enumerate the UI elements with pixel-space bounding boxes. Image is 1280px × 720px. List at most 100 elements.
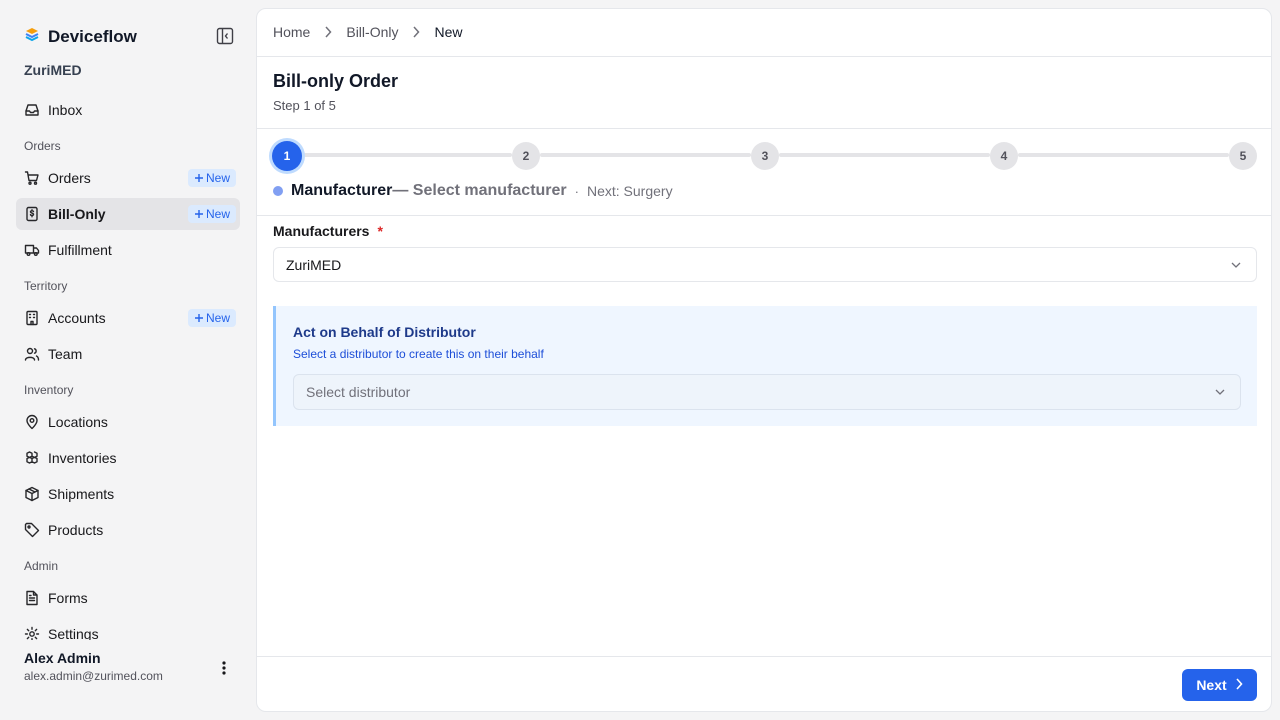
chevron-right-icon xyxy=(324,26,332,38)
chevron-right-icon xyxy=(412,26,420,38)
step-name: Manufacturer xyxy=(291,182,393,199)
sidebar-item-bill-only[interactable]: Bill-Only New xyxy=(16,198,240,230)
plus-icon xyxy=(194,174,203,182)
deviceflow-logo-icon xyxy=(24,26,40,47)
plus-icon xyxy=(194,210,203,218)
breadcrumb-current: New xyxy=(434,24,463,40)
sidebar-item-label: Shipments xyxy=(48,486,115,502)
new-accounts-button[interactable]: New xyxy=(187,309,236,327)
current-step-info: Manufacturer — Select manufacturer · Nex… xyxy=(273,182,673,200)
gear-icon xyxy=(24,626,40,640)
cart-icon xyxy=(24,170,40,186)
user-name: Alex Admin xyxy=(24,650,101,666)
file-text-icon xyxy=(24,590,40,606)
sidebar-item-label: Forms xyxy=(48,590,88,606)
new-bill-only-button[interactable]: New xyxy=(187,205,236,223)
sidebar-item-locations[interactable]: Locations xyxy=(16,406,240,438)
divider xyxy=(257,56,1271,57)
step-connector xyxy=(1018,153,1229,157)
breadcrumb-home[interactable]: Home xyxy=(273,24,310,40)
new-orders-button[interactable]: New xyxy=(187,169,236,187)
step-3[interactable]: 3 xyxy=(751,142,779,170)
step-1[interactable]: 1 xyxy=(272,141,302,171)
brand[interactable]: Deviceflow xyxy=(24,26,137,47)
sidebar-item-label: Orders xyxy=(48,170,91,186)
truck-icon xyxy=(24,242,40,258)
sidebar-item-label: Fulfillment xyxy=(48,242,112,258)
step-connector xyxy=(301,153,512,157)
behalf-subtitle: Select a distributor to create this on t… xyxy=(293,347,544,361)
main-panel: Home Bill-Only New Bill-only Order Step … xyxy=(256,8,1272,712)
sidebar-item-team[interactable]: Team xyxy=(16,338,240,370)
behalf-title: Act on Behalf of Distributor xyxy=(293,324,476,340)
sidebar-item-settings[interactable]: Settings xyxy=(16,618,240,640)
distributor-select[interactable]: Select distributor xyxy=(293,374,1241,410)
sidebar-nav: Inbox Orders Orders New Bill-Only New Fulfi… xyxy=(16,94,240,640)
sidebar-item-products[interactable]: Products xyxy=(16,514,240,546)
sidebar-item-label: Inventories xyxy=(48,450,117,466)
sidebar-item-accounts[interactable]: Accounts New xyxy=(16,302,240,334)
sidebar-item-inventories[interactable]: Inventories xyxy=(16,442,240,474)
chevron-down-icon xyxy=(1214,385,1226,401)
sidebar-item-label: Settings xyxy=(48,626,99,640)
sidebar-item-label: Team xyxy=(48,346,83,362)
org-name: ZuriMED xyxy=(24,62,82,78)
manufacturers-value: ZuriMED xyxy=(286,256,342,273)
manufacturers-label-text: Manufacturers xyxy=(273,223,370,239)
collapse-sidebar-button[interactable] xyxy=(216,27,234,45)
sidebar-item-inbox[interactable]: Inbox xyxy=(16,94,240,126)
nav-group-orders: Orders xyxy=(24,139,61,153)
step-5[interactable]: 5 xyxy=(1229,142,1257,170)
sidebar-item-label: Inbox xyxy=(48,102,83,118)
user-profile[interactable]: Alex Admin alex.admin@zurimed.com xyxy=(24,650,163,683)
breadcrumb-bill-only[interactable]: Bill-Only xyxy=(346,24,398,40)
user-menu-button[interactable] xyxy=(214,659,234,677)
step-bullet xyxy=(273,186,283,196)
boxes-icon xyxy=(24,450,40,466)
chevron-down-icon xyxy=(1230,258,1242,274)
package-icon xyxy=(24,486,40,502)
sidebar-item-label: Accounts xyxy=(48,310,106,326)
page-title: Bill-only Order xyxy=(273,71,399,91)
sidebar-item-fulfillment[interactable]: Fulfillment xyxy=(16,234,240,266)
sidebar-item-shipments[interactable]: Shipments xyxy=(16,478,240,510)
nav-group-inventory: Inventory xyxy=(24,383,74,397)
user-email: alex.admin@zurimed.com xyxy=(24,669,163,683)
step-connector xyxy=(779,153,990,157)
sidebar-item-label: Locations xyxy=(48,414,108,430)
map-pin-icon xyxy=(24,414,40,430)
tag-icon xyxy=(24,522,40,538)
manufacturers-label: Manufacturers * xyxy=(273,223,383,239)
manufacturers-select[interactable]: ZuriMED xyxy=(273,247,1257,282)
bill-icon xyxy=(24,206,40,222)
nav-group-admin: Admin xyxy=(24,559,59,573)
step-separator: · xyxy=(574,183,579,199)
divider xyxy=(257,215,1271,216)
step-2[interactable]: 2 xyxy=(512,142,540,170)
step-4[interactable]: 4 xyxy=(990,142,1018,170)
sidebar-item-label: Bill-Only xyxy=(48,206,106,222)
nav-group-territory: Territory xyxy=(24,279,68,293)
step-description: — Select manufacturer xyxy=(392,182,567,199)
required-mark: * xyxy=(377,223,383,239)
sidebar-item-orders[interactable]: Orders New xyxy=(16,162,240,194)
stepper: 1 2 3 4 5 xyxy=(272,140,1257,171)
new-badge-label: New xyxy=(205,207,230,221)
sidebar-item-forms[interactable]: Forms xyxy=(16,582,240,614)
next-button[interactable]: Next xyxy=(1182,669,1257,701)
sidebar-item-label: Products xyxy=(48,522,104,538)
panel-left-icon xyxy=(216,27,234,45)
footer-divider xyxy=(257,656,1271,657)
chevron-right-icon xyxy=(1235,677,1243,693)
distributor-placeholder: Select distributor xyxy=(306,384,411,400)
next-step-label: Next: Surgery xyxy=(586,183,673,199)
next-button-label: Next xyxy=(1196,677,1227,693)
users-icon xyxy=(24,346,40,362)
more-vertical-icon xyxy=(222,661,226,675)
act-on-behalf-panel: Act on Behalf of Distributor Select a di… xyxy=(273,306,1257,426)
building-icon xyxy=(24,310,40,326)
breadcrumb: Home Bill-Only New xyxy=(273,24,463,40)
sidebar: Deviceflow ZuriMED Inbox Orders Orders New… xyxy=(0,0,256,720)
new-badge-label: New xyxy=(205,311,230,325)
step-connector xyxy=(540,153,751,157)
